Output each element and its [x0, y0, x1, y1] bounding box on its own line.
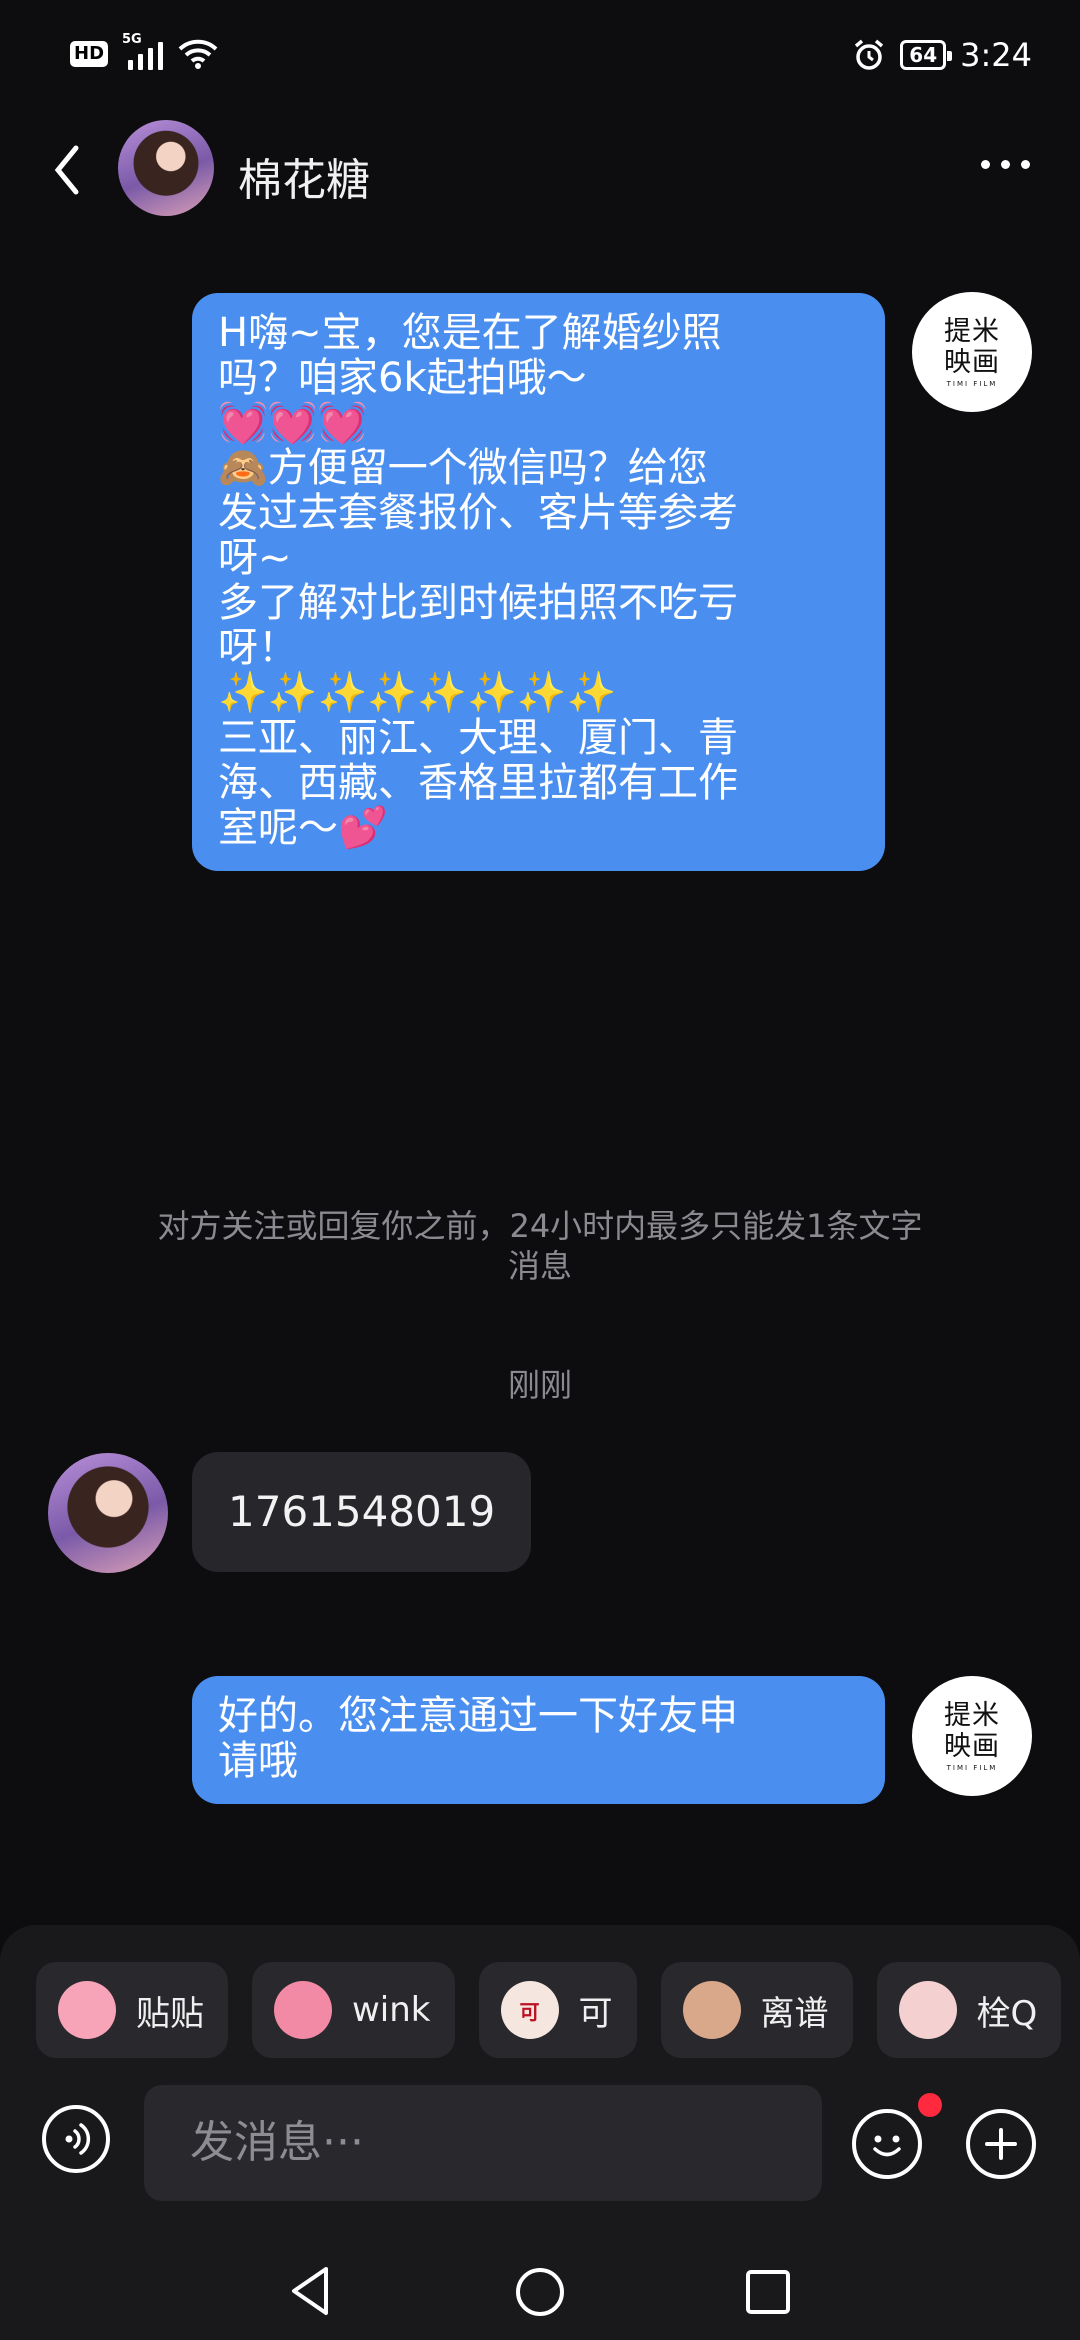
outgoing-message-bubble[interactable]: 好的。您注意通过一下好友申 请哦 — [192, 1676, 885, 1804]
system-navigation-bar — [0, 2240, 1080, 2340]
voice-wave-icon — [65, 2123, 91, 2155]
smiley-icon — [873, 2135, 901, 2157]
message-timestamp: 刚刚 — [507, 1366, 572, 1404]
incoming-message-bubble[interactable]: 1761548019 — [192, 1452, 532, 1572]
emoji-button[interactable] — [852, 2109, 922, 2179]
chat-header: 棉花糖 — [0, 120, 1080, 220]
nav-home-icon[interactable] — [514, 2266, 566, 2318]
more-options-button[interactable] — [981, 160, 1030, 169]
voice-input-button[interactable] — [42, 2105, 110, 2173]
dot-icon — [1021, 160, 1030, 169]
sticker-chip-wink[interactable]: wink — [252, 1962, 455, 2058]
sticker-chip-hug[interactable]: 贴贴 — [36, 1962, 228, 2058]
ok-sticker-icon: 可 — [500, 1981, 559, 2039]
speechless-sticker-icon — [682, 1981, 741, 2039]
notification-dot — [918, 2093, 942, 2117]
chat-title[interactable]: 棉花糖 — [238, 144, 370, 208]
contact-message-avatar[interactable] — [48, 1453, 168, 1573]
outgoing-message-bubble[interactable]: H嗨~宝，您是在了解婚纱照 吗？咱家6k起拍哦～ 💓💓💓 🙈方便留一个微信吗？给… — [192, 293, 885, 871]
sticker-chip-speechless[interactable]: 离谱 — [660, 1962, 853, 2058]
nav-back-icon[interactable] — [286, 2264, 336, 2318]
battery-indicator: 64 — [900, 40, 952, 70]
alarm-clock-icon — [855, 39, 884, 70]
thank-you-sticker-icon — [898, 1981, 957, 2039]
quick-sticker-bar: 贴贴 wink 可 可 离谱 栓Q — [36, 1962, 1062, 2058]
nav-recents-icon[interactable] — [744, 2268, 792, 2316]
more-actions-button[interactable] — [966, 2109, 1036, 2179]
dot-icon — [981, 160, 990, 169]
contact-avatar[interactable] — [118, 120, 214, 216]
plus-icon — [985, 2128, 1017, 2160]
wink-sticker-icon — [274, 1981, 332, 2039]
my-avatar[interactable]: 提米 映画 TIMI FILM — [912, 1676, 1032, 1796]
wifi-icon — [178, 39, 218, 69]
hug-sticker-icon — [58, 1981, 116, 2039]
dot-icon — [1001, 160, 1010, 169]
status-bar: HD 5G 64 3:24 — [0, 0, 1080, 120]
sticker-chip-thanks[interactable]: 栓Q — [876, 1962, 1062, 2058]
sticker-chip-ok[interactable]: 可 可 — [478, 1962, 637, 2058]
message-limit-notice: 对方关注或回复你之前，24小时内最多只能发1条文字 消息 — [157, 1207, 923, 1285]
my-avatar[interactable]: 提米 映画 TIMI FILM — [912, 292, 1032, 412]
message-input[interactable]: 发消息··· — [144, 2085, 822, 2201]
hd-voice-indicator: HD — [70, 41, 109, 67]
back-button[interactable] — [48, 140, 88, 200]
status-time: 3:24 — [960, 36, 1032, 74]
cellular-signal-icon: 5G — [122, 32, 164, 70]
